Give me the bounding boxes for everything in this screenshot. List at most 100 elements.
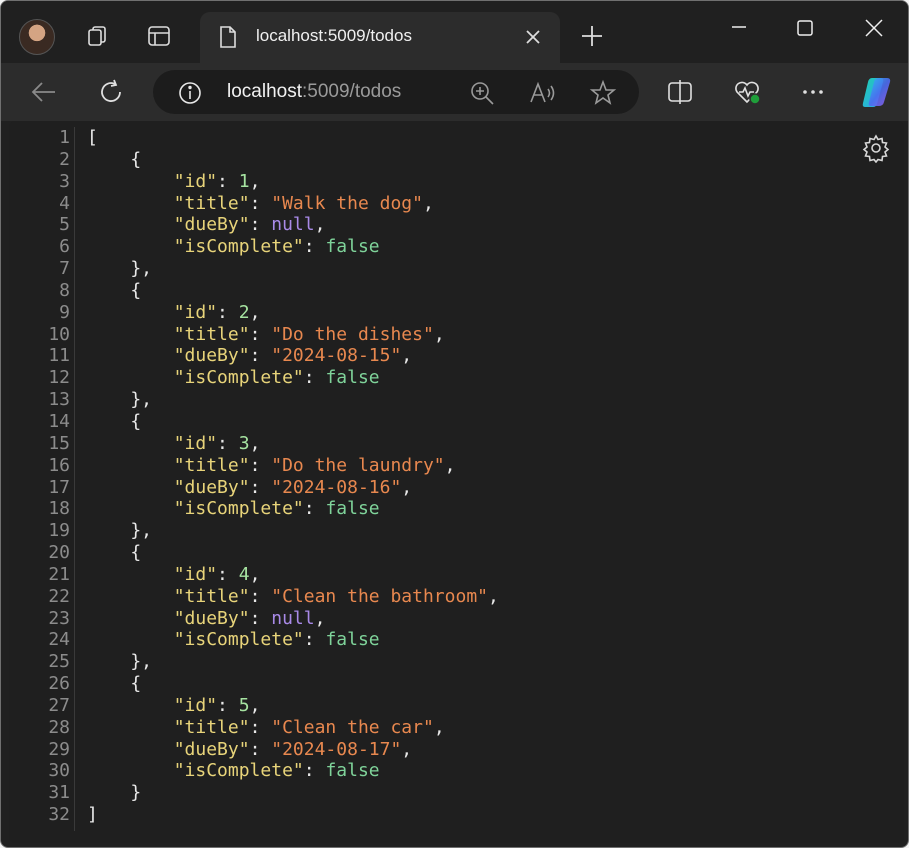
json-token: "isComplete" xyxy=(87,760,304,782)
minimize-icon[interactable] xyxy=(727,17,751,41)
new-tab-icon[interactable] xyxy=(579,23,605,49)
line-source: [ xyxy=(87,127,98,149)
code-line: 18 "isComplete": false xyxy=(9,498,889,520)
json-token: "dueBy" xyxy=(87,345,250,367)
json-token: "id" xyxy=(87,301,218,323)
json-token: "dueBy" xyxy=(87,214,250,236)
code-line: 4 "title": "Walk the dog", xyxy=(9,193,889,215)
info-icon[interactable] xyxy=(177,80,203,106)
json-token: : xyxy=(303,629,326,651)
code-line: 11 "dueBy": "2024-08-15", xyxy=(9,345,889,367)
line-number: 6 xyxy=(59,236,70,258)
more-icon[interactable] xyxy=(798,77,828,107)
line-source: "isComplete": false xyxy=(87,367,380,389)
json-token: "title" xyxy=(87,585,250,607)
json-token: }, xyxy=(87,389,153,411)
copilot-icon[interactable] xyxy=(859,74,895,110)
close-icon[interactable] xyxy=(522,26,544,48)
line-number: 21 xyxy=(48,563,70,585)
line-source: "isComplete": false xyxy=(87,760,380,782)
json-token: , xyxy=(444,454,456,476)
json-token: : xyxy=(249,716,272,738)
line-source: }, xyxy=(87,258,152,280)
zoom-icon[interactable] xyxy=(469,80,495,106)
json-token: , xyxy=(249,432,261,454)
json-token: 1 xyxy=(238,170,250,192)
code-line: 7 }, xyxy=(9,258,889,280)
json-token: : xyxy=(303,236,326,258)
code-line: 17 "dueBy": "2024-08-16", xyxy=(9,477,889,499)
json-token: , xyxy=(314,214,326,236)
json-token: "dueBy" xyxy=(87,607,250,629)
json-token: [ xyxy=(87,127,98,148)
tab-title: localhost:5009/todos xyxy=(256,26,412,45)
maximize-icon[interactable] xyxy=(793,17,817,41)
settings-gear-icon[interactable] xyxy=(861,133,891,163)
json-viewer: 1[2 {3 "id": 1, 4 "title": "Walk the dog"… xyxy=(9,121,904,843)
json-token: 5 xyxy=(238,694,250,716)
json-token: : xyxy=(249,214,272,236)
favorite-star-icon[interactable] xyxy=(589,79,617,107)
line-source: "title": "Do the dishes", xyxy=(87,324,445,346)
json-token: , xyxy=(249,170,261,192)
code-line: 2 { xyxy=(9,149,889,171)
code-line: 13 }, xyxy=(9,389,889,411)
close-window-icon[interactable] xyxy=(862,17,886,41)
json-token: "2024-08-17" xyxy=(271,738,402,760)
code-line: 10 "title": "Do the dishes", xyxy=(9,324,889,346)
line-source: "id": 3, xyxy=(87,432,261,455)
refresh-icon[interactable] xyxy=(96,77,126,107)
code-line: 9 "id": 2, xyxy=(9,302,889,324)
line-number: 24 xyxy=(48,629,70,651)
line-number: 20 xyxy=(48,542,70,564)
code-line: 31 } xyxy=(9,782,889,804)
tab-actions-icon[interactable] xyxy=(146,23,172,49)
json-token: "id" xyxy=(87,694,218,716)
json-token: "id" xyxy=(87,563,218,585)
line-number: 7 xyxy=(59,258,70,280)
json-token: : xyxy=(249,345,272,367)
line-number: 3 xyxy=(59,170,70,192)
json-token: , xyxy=(422,192,434,214)
json-token: }, xyxy=(87,651,153,673)
line-source: { xyxy=(87,149,141,171)
back-icon[interactable] xyxy=(29,77,59,107)
line-number: 30 xyxy=(48,760,70,782)
browser-essentials-icon[interactable] xyxy=(732,77,762,107)
json-token: , xyxy=(249,694,261,716)
code-line: 1[ xyxy=(9,127,889,149)
code-line: 20 { xyxy=(9,542,889,564)
code-line: 19 }, xyxy=(9,520,889,542)
json-token: , xyxy=(401,738,413,760)
read-aloud-icon[interactable] xyxy=(529,80,557,106)
json-token: "2024-08-15" xyxy=(271,345,402,367)
code-line: 29 "dueBy": "2024-08-17", xyxy=(9,739,889,761)
line-number: 31 xyxy=(48,782,70,804)
line-source: { xyxy=(87,673,141,695)
address-bar[interactable]: localhost:5009/todos xyxy=(153,70,639,114)
json-token: "title" xyxy=(87,454,250,476)
line-number: 27 xyxy=(48,694,70,716)
line-source: { xyxy=(87,411,141,433)
code-line: 8 { xyxy=(9,280,889,302)
json-token: false xyxy=(325,236,380,258)
line-number: 13 xyxy=(48,389,70,411)
code-line: 27 "id": 5, xyxy=(9,695,889,717)
line-number: 32 xyxy=(48,804,70,826)
json-token: : xyxy=(217,694,239,716)
json-token: : xyxy=(217,432,239,454)
line-number: 19 xyxy=(48,520,70,542)
json-token: null xyxy=(271,607,315,629)
json-token: "isComplete" xyxy=(87,629,304,651)
split-screen-icon[interactable] xyxy=(665,77,695,107)
profile-avatar[interactable] xyxy=(19,19,55,55)
json-token: "dueBy" xyxy=(87,476,250,498)
line-number: 15 xyxy=(48,432,70,454)
workspaces-icon[interactable] xyxy=(84,23,110,49)
json-token: "2024-08-16" xyxy=(271,476,402,498)
tab-active[interactable]: localhost:5009/todos xyxy=(200,12,560,63)
line-source: "id": 2, xyxy=(87,301,261,324)
line-number: 26 xyxy=(48,673,70,695)
json-token: 3 xyxy=(238,432,250,454)
url-text[interactable]: localhost:5009/todos xyxy=(227,81,401,103)
